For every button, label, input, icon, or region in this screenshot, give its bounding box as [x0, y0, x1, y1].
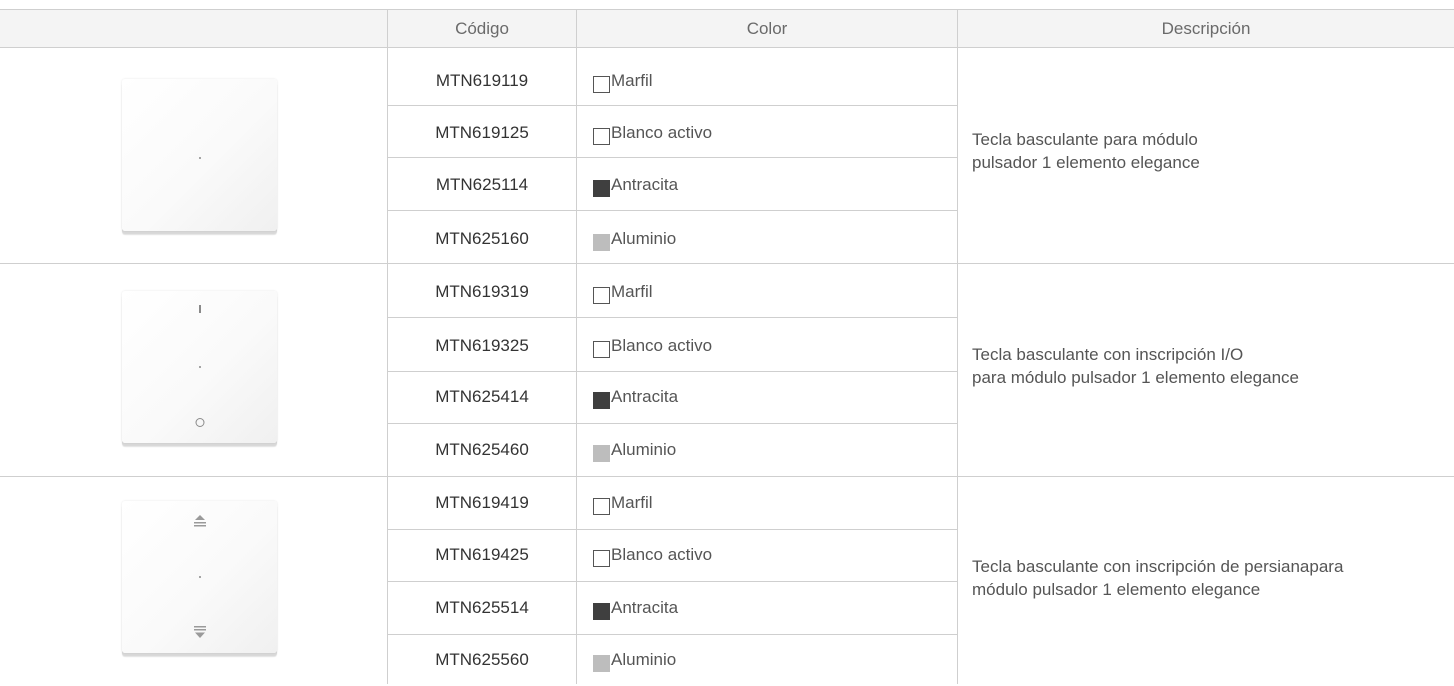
color-cell: Marfil: [593, 266, 653, 318]
row-divider: [388, 317, 957, 318]
rocker-key-image: [122, 501, 277, 653]
product-code: MTN619119: [435, 71, 529, 90]
row-divider: [388, 157, 957, 158]
product-code: MTN619425: [435, 545, 529, 564]
on-mark-icon: [198, 305, 201, 313]
product-code: MTN619419: [435, 493, 529, 512]
product-code: MTN619125: [435, 123, 529, 142]
rocker-key-image: [122, 291, 277, 443]
off-mark-icon: [195, 418, 204, 427]
color-label: Blanco activo: [611, 123, 713, 142]
column-divider: [576, 9, 577, 46]
product-code: MTN625160: [435, 229, 529, 248]
color-label: Antracita: [611, 175, 679, 194]
product-code: MTN625114: [435, 175, 529, 194]
group-divider: [0, 263, 1454, 264]
group-divider: [0, 476, 1454, 477]
product-code: MTN625514: [435, 598, 529, 617]
product-code: MTN625560: [435, 650, 529, 669]
color-swatch: [593, 233, 610, 251]
header-description: Descripción: [1161, 19, 1251, 38]
product-code: MTN625460: [435, 440, 529, 459]
product-code: MTN619325: [435, 336, 529, 355]
color-cell: Blanco activo: [593, 320, 712, 372]
color-swatch: [593, 75, 610, 93]
table-header: Código Color Descripción: [0, 9, 1454, 48]
color-swatch: [593, 549, 610, 567]
color-label: Aluminio: [611, 650, 677, 669]
header-code: Código: [455, 19, 509, 38]
color-swatch: [593, 127, 610, 145]
color-cell: Blanco activo: [593, 107, 712, 159]
header-color: Color: [746, 19, 788, 38]
row-divider: [388, 105, 957, 106]
rocker-key-image: [122, 79, 277, 231]
description-line: para módulo pulsador 1 elemento elegance: [972, 368, 1300, 387]
arrow-up-icon: [193, 515, 206, 527]
color-cell: Marfil: [593, 477, 653, 529]
product-description: Tecla basculante con inscripción I/O par…: [972, 343, 1299, 389]
color-cell: Aluminio: [593, 634, 676, 686]
color-label: Antracita: [611, 387, 679, 406]
color-swatch: [593, 179, 610, 197]
color-label: Aluminio: [611, 229, 677, 248]
product-code: MTN625414: [435, 387, 529, 406]
center-dot-icon: [198, 576, 201, 578]
color-swatch: [593, 286, 610, 304]
color-cell: Antracita: [593, 159, 678, 211]
color-swatch: [593, 602, 610, 620]
color-cell: Marfil: [593, 55, 653, 107]
color-swatch: [593, 444, 610, 462]
column-divider: [957, 9, 958, 684]
color-swatch: [593, 654, 610, 672]
column-divider: [576, 46, 577, 684]
center-dot-icon: [198, 157, 201, 159]
description-line: módulo pulsador 1 elemento elegance: [972, 580, 1261, 599]
color-cell: Aluminio: [593, 424, 676, 476]
color-swatch: [593, 497, 610, 515]
description-line: Tecla basculante con inscripción de pers…: [972, 557, 1344, 576]
description-line: Tecla basculante para módulo: [972, 130, 1198, 149]
product-code: MTN619319: [435, 282, 529, 301]
color-label: Marfil: [611, 71, 653, 90]
arrow-down-icon: [193, 626, 206, 638]
description-line: pulsador 1 elemento elegance: [972, 153, 1200, 172]
color-swatch: [593, 340, 610, 358]
color-label: Marfil: [611, 282, 653, 301]
product-description: Tecla basculante con inscripción de pers…: [972, 555, 1343, 601]
color-cell: Antracita: [593, 582, 678, 634]
color-label: Aluminio: [611, 440, 677, 459]
color-label: Blanco activo: [611, 336, 713, 355]
color-label: Antracita: [611, 598, 679, 617]
product-description: Tecla basculante para módulo pulsador 1 …: [972, 128, 1200, 174]
description-line: Tecla basculante con inscripción I/O: [972, 345, 1244, 364]
color-cell: Aluminio: [593, 213, 676, 265]
center-dot-icon: [198, 366, 201, 368]
row-divider: [388, 210, 957, 211]
color-swatch: [593, 391, 610, 409]
color-cell: Antracita: [593, 371, 678, 423]
color-label: Marfil: [611, 493, 653, 512]
color-label: Blanco activo: [611, 545, 713, 564]
color-cell: Blanco activo: [593, 529, 712, 581]
